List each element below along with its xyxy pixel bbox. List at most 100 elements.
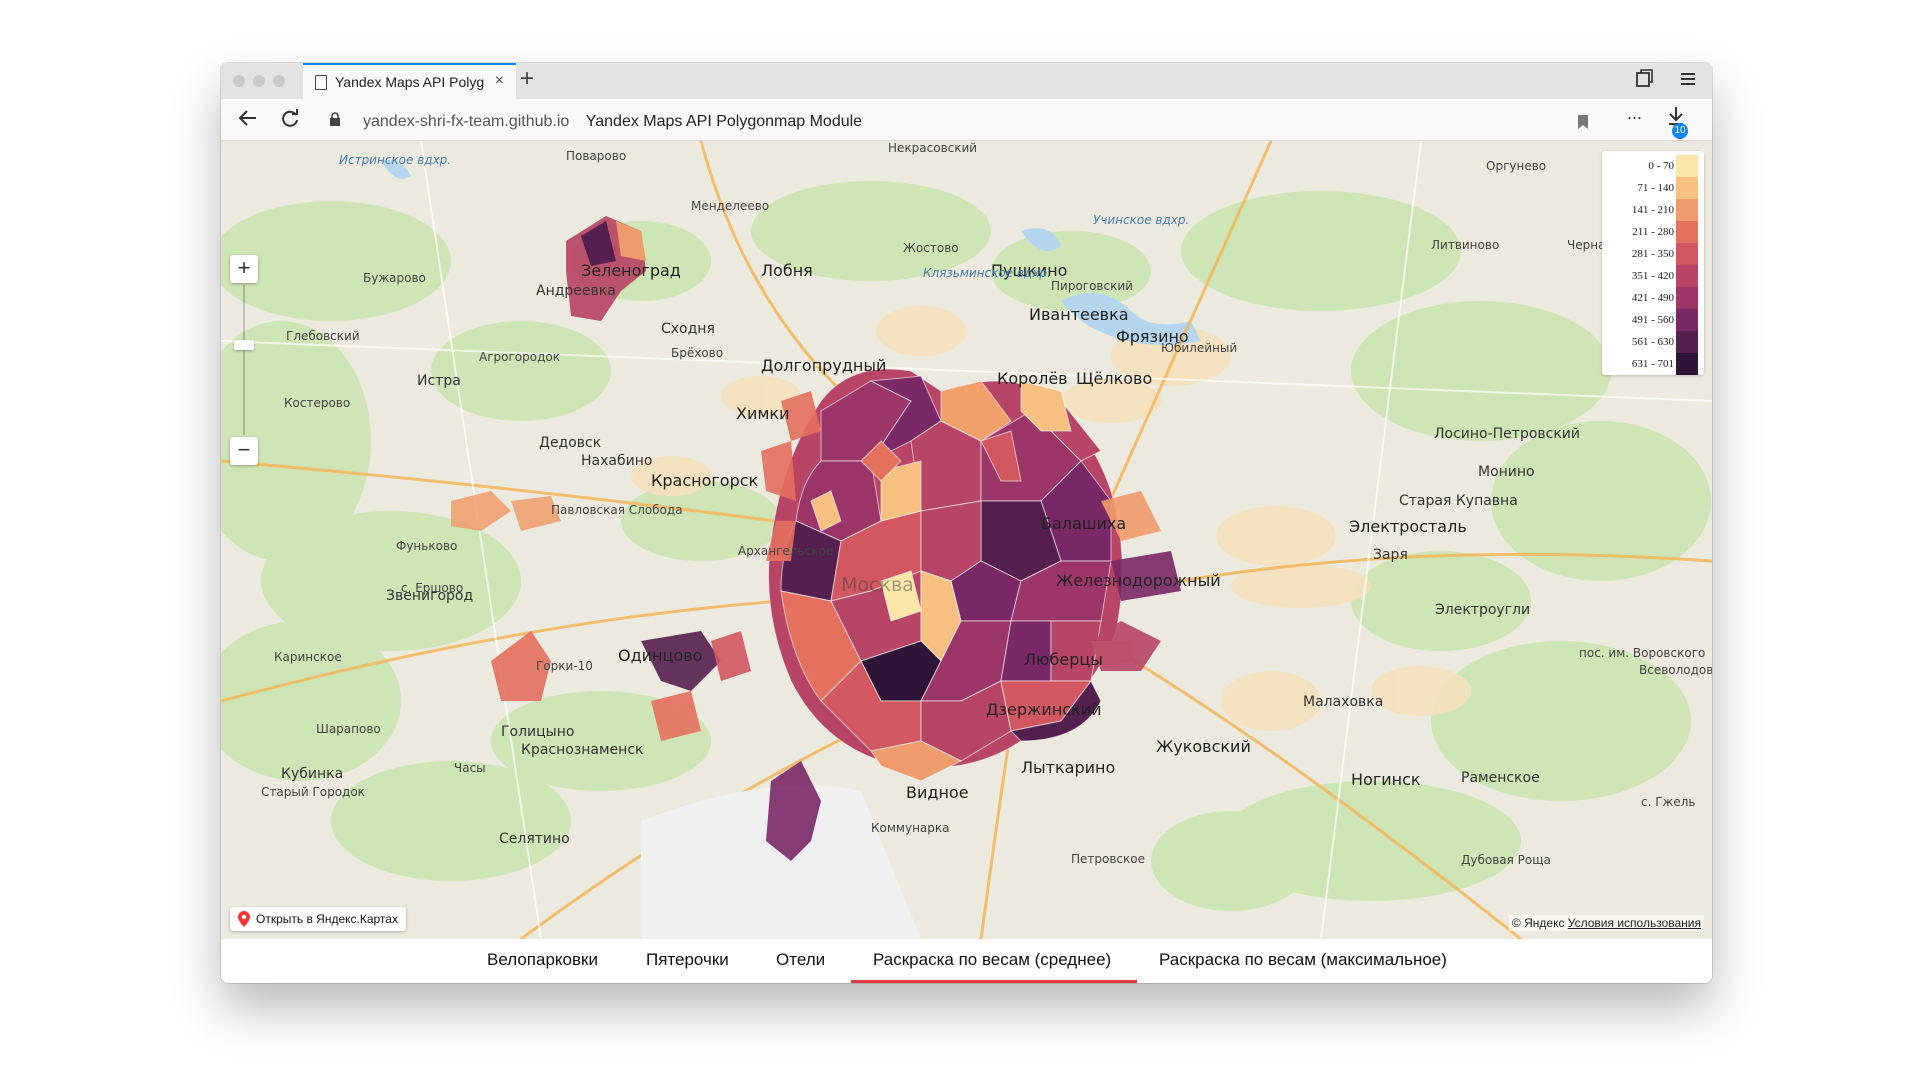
map-label: Коммунарка <box>871 821 950 835</box>
legend-swatch <box>1676 221 1698 243</box>
color-legend: 0 - 70 71 - 140 141 - 210 211 - 280 281 … <box>1602 151 1704 375</box>
legend-label: 71 - 140 <box>1637 182 1674 194</box>
map-label: Долгопрудный <box>761 356 887 375</box>
map-label: с. Ершово <box>401 581 464 595</box>
lock-icon[interactable] <box>329 112 341 126</box>
url-domain: yandex-shri-fx-team.github.io <box>363 113 570 130</box>
page-title: Yandex Maps API Polygonmap Module <box>585 113 863 130</box>
copyright-text: © Яндекс <box>1511 916 1565 930</box>
map-label: Петровское <box>1071 852 1145 866</box>
tab-close-icon[interactable]: × <box>495 72 504 90</box>
map-label: Горки-10 <box>536 659 593 673</box>
legend-row: 71 - 140 <box>1602 177 1704 199</box>
legend-label: 421 - 490 <box>1631 292 1674 304</box>
map-label: Поварово <box>566 149 627 163</box>
legend-row: 0 - 70 <box>1602 155 1704 177</box>
open-in-yandex-maps-button[interactable]: Открыть в Яндекс.Картах <box>230 907 406 931</box>
map-label: Краснознаменск <box>521 742 644 758</box>
back-arrow-icon[interactable] <box>237 107 259 135</box>
map-label: Малаховка <box>1303 694 1384 710</box>
map-label: Селятино <box>499 831 570 847</box>
map-label: Пироговский <box>1051 279 1133 293</box>
map-label: Шарапово <box>316 722 381 736</box>
minimize-window-dot[interactable] <box>253 75 265 87</box>
zoom-control: + − <box>230 255 258 465</box>
legend-swatch <box>1676 309 1698 331</box>
open-in-yandex-label: Открыть в Яндекс.Картах <box>256 912 398 926</box>
map-label: Королёв <box>997 369 1068 388</box>
zoom-slider-track[interactable] <box>243 285 245 435</box>
map-label: Кубинка <box>281 766 344 782</box>
map-label: Андреевка <box>536 283 616 299</box>
maximize-window-dot[interactable] <box>273 75 285 87</box>
map-label: Оргунево <box>1486 159 1547 173</box>
city-center-label: Москва <box>841 574 914 596</box>
map-pin-icon <box>238 911 250 927</box>
legend-row: 631 - 701 <box>1602 353 1704 375</box>
tab-title: Yandex Maps API Polyg <box>335 74 485 90</box>
map-label: Костерово <box>284 396 351 410</box>
bookmark-icon[interactable] <box>1576 110 1590 136</box>
map-label: Старая Купавна <box>1399 493 1518 509</box>
map-label: Лобня <box>761 261 813 280</box>
map-container[interactable]: Москва Лобня Пушкино Ивантеевка Фрязино … <box>221 141 1712 939</box>
map-label: Менделеево <box>691 199 770 213</box>
library-icon[interactable] <box>1634 69 1654 95</box>
map-label: Истра <box>417 373 461 389</box>
map-label: Юбилейный <box>1161 341 1238 355</box>
legend-label: 561 - 630 <box>1631 336 1674 348</box>
map-label: с. Гжель <box>1641 795 1696 809</box>
reload-icon[interactable] <box>279 107 301 135</box>
map-label: Ивантеевка <box>1029 305 1129 324</box>
map-label: Жостово <box>903 241 959 255</box>
browser-tab[interactable]: Yandex Maps API Polyg × <box>303 63 516 99</box>
map-copyright: © Яндекс Условия использования <box>1508 915 1704 931</box>
map-label: Заря <box>1373 547 1408 563</box>
tab-bike-parking[interactable]: Велопарковки <box>487 950 598 970</box>
tab-hotels[interactable]: Отели <box>776 950 825 970</box>
legend-label: 631 - 701 <box>1631 358 1674 370</box>
map-label: Литвиново <box>1431 238 1500 252</box>
legend-swatch <box>1676 155 1698 177</box>
layer-tabs: Велопарковки Пятерочки Отели Раскраска п… <box>221 939 1712 983</box>
map-label: Учинское вдхр. <box>1093 213 1190 227</box>
browser-window: Yandex Maps API Polyg × + yandex-shri-fx… <box>221 63 1712 983</box>
map-label: Бужарово <box>363 271 426 285</box>
map-label: Дедовск <box>539 435 602 451</box>
address-bar[interactable]: yandex-shri-fx-team.github.io Yandex Map… <box>363 113 862 131</box>
map-label: Глебовский <box>286 329 360 343</box>
map-label: Агрогородок <box>479 350 560 364</box>
navigation-bar: yandex-shri-fx-team.github.io Yandex Map… <box>221 99 1712 141</box>
download-count-badge: 10 <box>1672 123 1688 139</box>
legend-label: 211 - 280 <box>1632 226 1674 238</box>
legend-swatch <box>1676 199 1698 221</box>
hamburger-menu-icon[interactable] <box>1678 69 1698 95</box>
map-label: Дзержинский <box>986 700 1102 719</box>
terms-link[interactable]: Условия использования <box>1568 916 1701 930</box>
map-label: Сходня <box>661 321 715 337</box>
tab-pyaterochka[interactable]: Пятерочки <box>646 950 729 970</box>
page-actions-icon[interactable]: ... <box>1627 103 1642 124</box>
map-label: Раменское <box>1461 770 1540 786</box>
map-label: Ногинск <box>1351 770 1421 789</box>
zoom-in-button[interactable]: + <box>230 255 258 283</box>
legend-row: 351 - 420 <box>1602 265 1704 287</box>
map-label: Всеволодово <box>1639 663 1712 677</box>
map-label: Красногорск <box>651 471 759 490</box>
tab-weights-max[interactable]: Раскраска по весам (максимальное) <box>1159 950 1447 970</box>
legend-row: 421 - 490 <box>1602 287 1704 309</box>
close-window-dot[interactable] <box>233 75 245 87</box>
document-icon <box>315 75 327 90</box>
zoom-slider-thumb[interactable] <box>234 340 254 350</box>
legend-label: 0 - 70 <box>1648 160 1674 172</box>
new-tab-button[interactable]: + <box>520 65 534 93</box>
map-label: Одинцово <box>618 646 703 665</box>
tab-weights-average[interactable]: Раскраска по весам (среднее) <box>873 950 1111 970</box>
map-label: Дубовая Роща <box>1461 853 1551 867</box>
browser-tabbar: Yandex Maps API Polyg × + <box>221 63 1712 99</box>
legend-row: 491 - 560 <box>1602 309 1704 331</box>
map-label: Монино <box>1478 464 1535 480</box>
legend-row: 561 - 630 <box>1602 331 1704 353</box>
zoom-out-button[interactable]: − <box>230 437 258 465</box>
map-label: Балашиха <box>1041 514 1127 533</box>
